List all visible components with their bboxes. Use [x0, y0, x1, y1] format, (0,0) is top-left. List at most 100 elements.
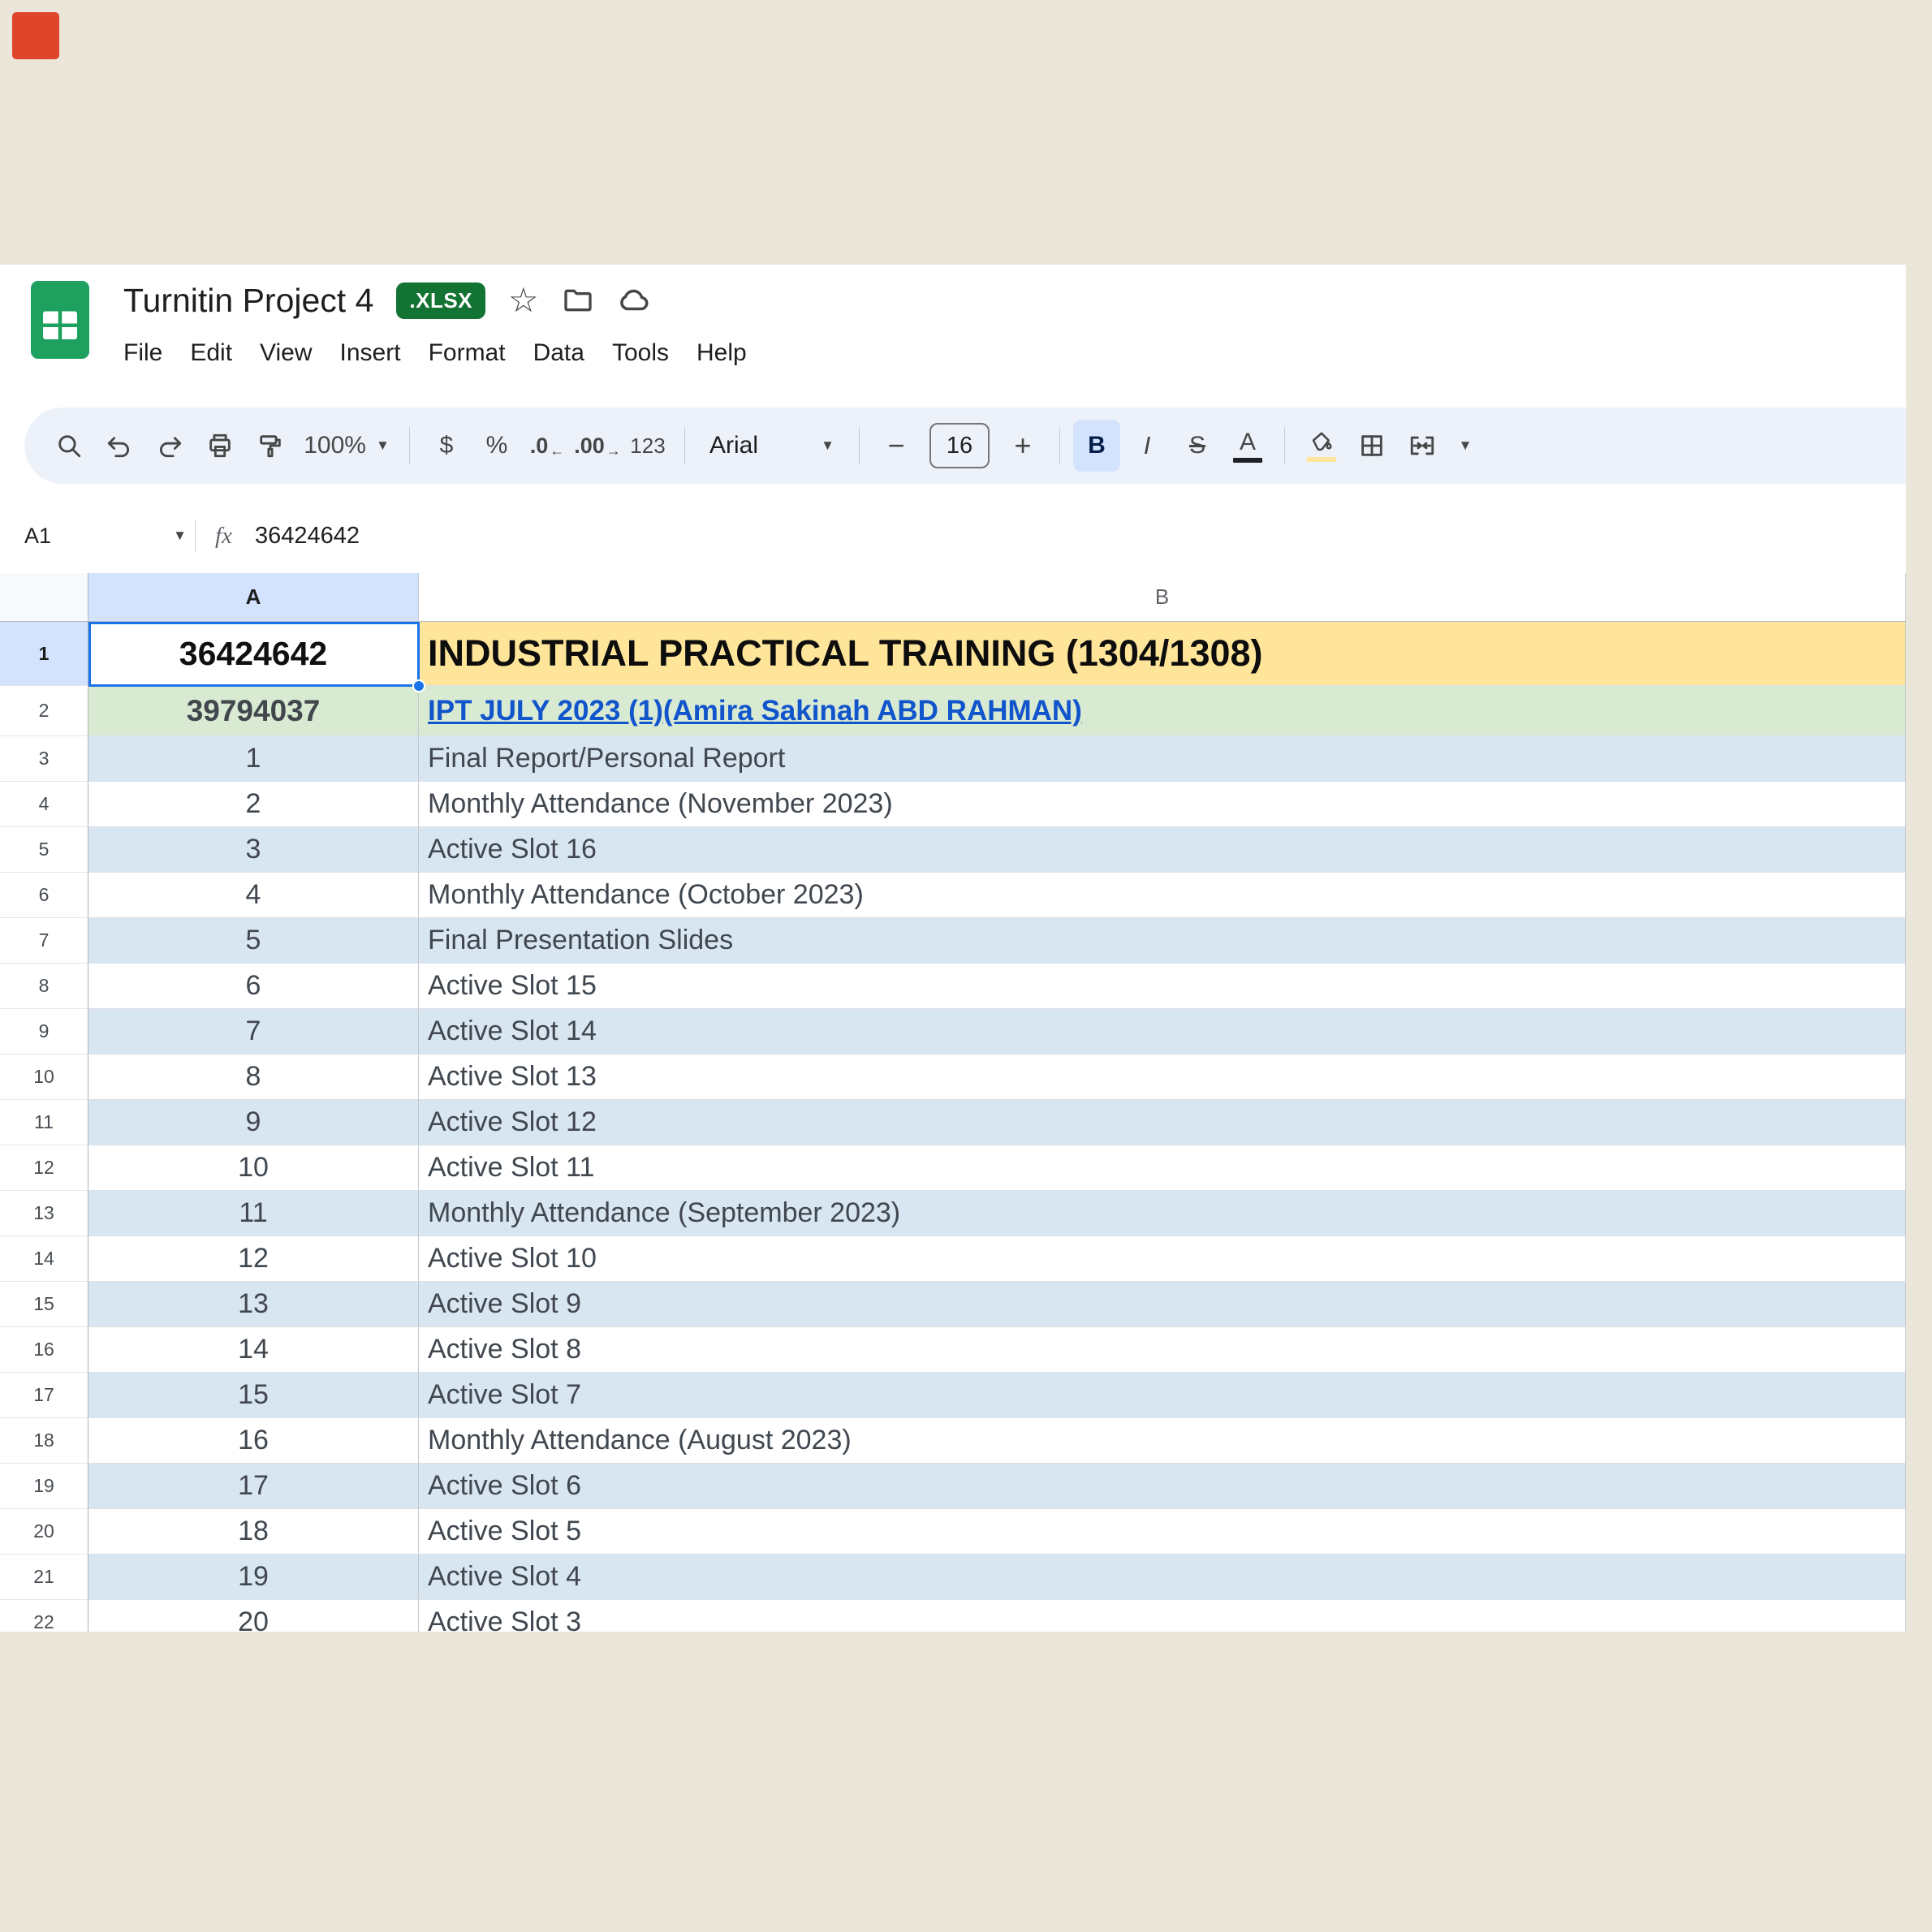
cell-b[interactable]: Active Slot 3	[419, 1600, 1906, 1632]
row-number[interactable]: 21	[0, 1555, 88, 1600]
row-number[interactable]: 4	[0, 782, 88, 827]
move-folder-icon[interactable]	[562, 284, 594, 317]
menu-view[interactable]: View	[246, 334, 326, 372]
cell-b[interactable]: Active Slot 13	[419, 1054, 1906, 1100]
cell-b[interactable]: Active Slot 15	[419, 964, 1906, 1009]
cell-a[interactable]: 3	[88, 827, 419, 873]
cell-a[interactable]: 10	[88, 1145, 419, 1191]
menu-insert[interactable]: Insert	[326, 334, 415, 372]
decrease-font-size-button[interactable]: −	[873, 420, 920, 472]
currency-format-button[interactable]: $	[423, 420, 470, 472]
star-icon[interactable]: ☆	[508, 283, 539, 317]
redo-icon[interactable]	[146, 420, 193, 472]
row-number[interactable]: 11	[0, 1100, 88, 1145]
cell-a[interactable]: 4	[88, 873, 419, 918]
cell-b[interactable]: Active Slot 8	[419, 1327, 1906, 1373]
bold-button[interactable]: B	[1073, 420, 1120, 472]
cell-b[interactable]: Active Slot 4	[419, 1555, 1906, 1600]
cell-a[interactable]: 11	[88, 1191, 419, 1236]
increase-font-size-button[interactable]: +	[999, 420, 1046, 472]
cell-b[interactable]: Monthly Attendance (August 2023)	[419, 1418, 1906, 1464]
percent-format-button[interactable]: %	[473, 420, 520, 472]
row-number[interactable]: 12	[0, 1145, 88, 1191]
print-icon[interactable]	[196, 420, 244, 472]
row-number[interactable]: 14	[0, 1236, 88, 1282]
column-header-b[interactable]: B	[419, 573, 1906, 622]
cell-a[interactable]: 17	[88, 1464, 419, 1509]
font-select[interactable]: Arial▼	[698, 420, 846, 472]
cell-b[interactable]: INDUSTRIAL PRACTICAL TRAINING (1304/1308…	[419, 622, 1906, 686]
menu-edit[interactable]: Edit	[176, 334, 246, 372]
row-number[interactable]: 15	[0, 1282, 88, 1327]
cell-b[interactable]: Monthly Attendance (October 2023)	[419, 873, 1906, 918]
cell-a[interactable]: 20	[88, 1600, 419, 1632]
cell-b[interactable]: Final Report/Personal Report	[419, 736, 1906, 782]
cell-b[interactable]: Active Slot 5	[419, 1509, 1906, 1555]
row-number[interactable]: 22	[0, 1600, 88, 1632]
cell-a[interactable]: 2	[88, 782, 419, 827]
row-number[interactable]: 6	[0, 873, 88, 918]
row-number[interactable]: 1	[0, 622, 88, 686]
cell-b[interactable]: Active Slot 16	[419, 827, 1906, 873]
menu-format[interactable]: Format	[415, 334, 520, 372]
cell-b[interactable]: Active Slot 14	[419, 1009, 1906, 1054]
document-title[interactable]: Turnitin Project 4	[123, 282, 373, 320]
cell-a[interactable]: 7	[88, 1009, 419, 1054]
fill-handle[interactable]	[412, 679, 425, 692]
cell-a[interactable]: 14	[88, 1327, 419, 1373]
cell-b[interactable]: IPT JULY 2023 (1)(Amira Sakinah ABD RAHM…	[419, 686, 1906, 736]
cell-b[interactable]: Active Slot 6	[419, 1464, 1906, 1509]
search-icon[interactable]	[45, 420, 93, 472]
row-number[interactable]: 18	[0, 1418, 88, 1464]
cell-a[interactable]: 18	[88, 1509, 419, 1555]
cell-a[interactable]: 9	[88, 1100, 419, 1145]
cell-b[interactable]: Active Slot 7	[419, 1373, 1906, 1418]
cell-a[interactable]: 8	[88, 1054, 419, 1100]
cell-b[interactable]: Monthly Attendance (September 2023)	[419, 1191, 1906, 1236]
select-all-corner[interactable]	[0, 573, 88, 622]
cell-a[interactable]: 15	[88, 1373, 419, 1418]
cell-a[interactable]: 12	[88, 1236, 419, 1282]
formula-input[interactable]: 36424642	[255, 523, 360, 550]
row-number[interactable]: 19	[0, 1464, 88, 1509]
increase-decimal-button[interactable]: .00→	[574, 420, 621, 472]
cell-a[interactable]: 13	[88, 1282, 419, 1327]
row-number[interactable]: 10	[0, 1054, 88, 1100]
text-color-button[interactable]: A	[1224, 420, 1271, 472]
cell-a[interactable]: 19	[88, 1555, 419, 1600]
row-number[interactable]: 7	[0, 918, 88, 964]
cell-a[interactable]: 39794037	[88, 686, 419, 736]
column-header-a[interactable]: A	[88, 573, 419, 622]
undo-icon[interactable]	[96, 420, 143, 472]
cell-b[interactable]: Active Slot 11	[419, 1145, 1906, 1191]
name-box[interactable]: A1 ▼	[0, 524, 187, 549]
merge-cells-caret[interactable]: ▼	[1449, 420, 1481, 472]
cell-a[interactable]: 5	[88, 918, 419, 964]
paint-format-icon[interactable]	[247, 420, 294, 472]
menu-tools[interactable]: Tools	[598, 334, 683, 372]
italic-button[interactable]: I	[1123, 420, 1171, 472]
cell-b[interactable]: Active Slot 10	[419, 1236, 1906, 1282]
sheets-logo-icon[interactable]	[31, 281, 89, 363]
cell-a[interactable]: 1	[88, 736, 419, 782]
strikethrough-button[interactable]: S	[1174, 420, 1221, 472]
fill-color-button[interactable]	[1298, 420, 1345, 472]
row-number[interactable]: 17	[0, 1373, 88, 1418]
row-number[interactable]: 9	[0, 1009, 88, 1054]
cloud-status-icon[interactable]	[617, 283, 651, 317]
row-number[interactable]: 8	[0, 964, 88, 1009]
cell-b[interactable]: Final Presentation Slides	[419, 918, 1906, 964]
cell-b[interactable]: Monthly Attendance (November 2023)	[419, 782, 1906, 827]
number-format-button[interactable]: 123	[624, 420, 671, 472]
zoom-select[interactable]: 100%▼	[297, 420, 396, 472]
row-number[interactable]: 5	[0, 827, 88, 873]
row-number[interactable]: 20	[0, 1509, 88, 1555]
menu-help[interactable]: Help	[683, 334, 761, 372]
menu-file[interactable]: File	[123, 334, 176, 372]
merge-cells-button[interactable]	[1399, 420, 1446, 472]
borders-button[interactable]	[1348, 420, 1395, 472]
decrease-decimal-button[interactable]: .0←	[524, 420, 571, 472]
cell-a[interactable]: 16	[88, 1418, 419, 1464]
row-number[interactable]: 3	[0, 736, 88, 782]
row-number[interactable]: 16	[0, 1327, 88, 1373]
